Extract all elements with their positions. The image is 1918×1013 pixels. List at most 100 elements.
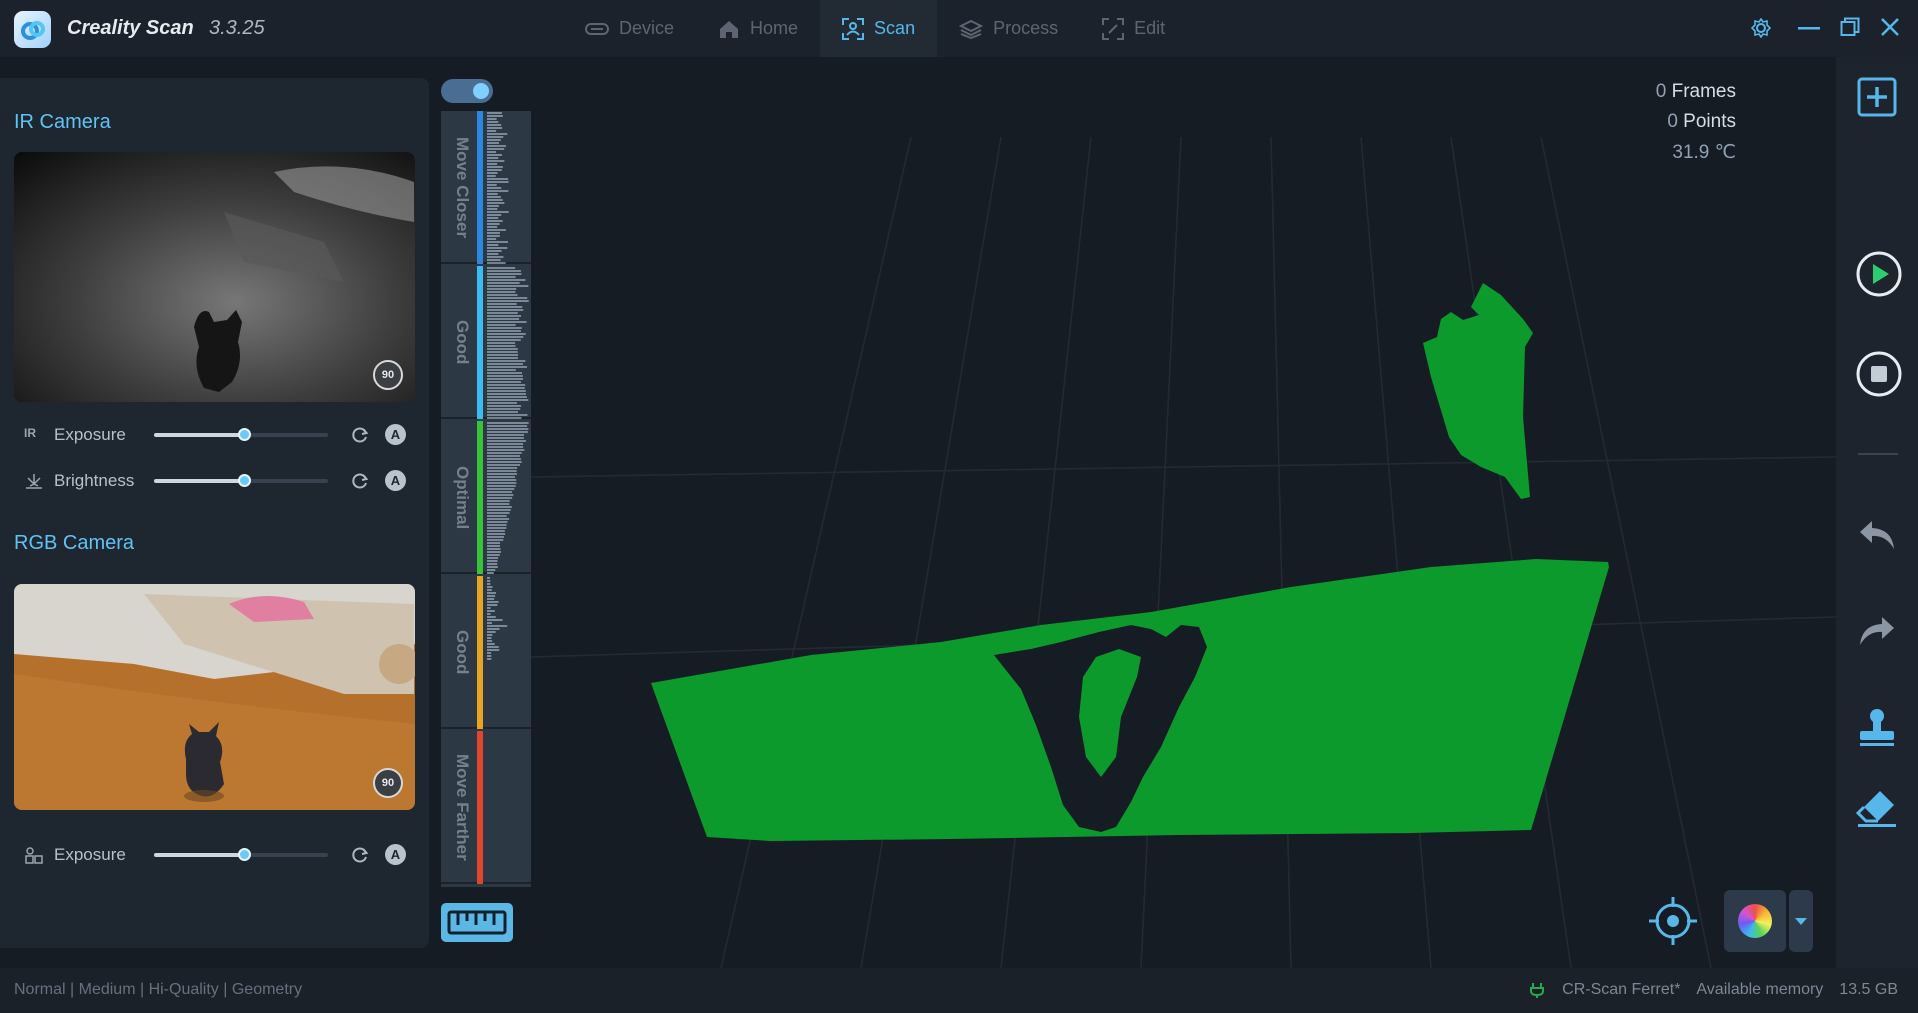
temperature-value: 31.9 ℃ xyxy=(1672,142,1736,163)
zone-label: Move Farther xyxy=(453,754,472,861)
tab-process-label: Process xyxy=(993,18,1059,38)
ir-brightness-row: Brightness A xyxy=(0,466,429,496)
memory-label: Available memory xyxy=(1696,981,1824,998)
device-connected-icon xyxy=(1530,983,1545,998)
device-name: CR-Scan Ferret* xyxy=(1562,981,1681,998)
histogram-lines xyxy=(487,112,509,264)
ir-exposure-slider-thumb[interactable] xyxy=(238,428,252,441)
ruler-icon xyxy=(447,910,507,935)
rgb-exposure-reset-icon[interactable] xyxy=(350,845,370,865)
zone-histogram xyxy=(486,421,530,574)
add-scan-icon[interactable] xyxy=(1856,76,1898,118)
device-icon xyxy=(585,22,609,35)
process-icon xyxy=(959,19,984,39)
app-logo-icon xyxy=(14,11,51,48)
points-value: 0 xyxy=(1667,111,1678,132)
rgb-rotate-button[interactable]: 90 xyxy=(373,768,403,798)
rgb-camera-preview: 90 xyxy=(14,584,415,810)
edit-icon xyxy=(1102,17,1125,40)
play-icon[interactable] xyxy=(1856,251,1902,297)
zone-color-bar xyxy=(477,266,483,419)
distance-meter-toggle[interactable] xyxy=(441,79,493,103)
ir-rotate-button[interactable]: 90 xyxy=(373,360,403,390)
color-wheel-icon xyxy=(1738,904,1772,938)
rgb-preview-image xyxy=(14,584,415,810)
ir-brightness-auto-button[interactable]: A xyxy=(385,470,406,491)
stop-icon[interactable] xyxy=(1856,351,1902,397)
ir-preview-image xyxy=(14,152,415,402)
main-nav: Device Home Scan Process Edit xyxy=(563,0,1187,57)
status-right: CR-Scan Ferret* Available memory 13.5 GB xyxy=(1528,981,1898,999)
ir-exposure-label: Exposure xyxy=(54,425,126,444)
eraser-icon[interactable] xyxy=(1856,787,1898,829)
zone-move-farther: Move Farther xyxy=(441,731,531,884)
zone-color-bar xyxy=(477,111,483,264)
ir-exposure-auto-button[interactable]: A xyxy=(385,424,406,445)
app-version: 3.3.25 xyxy=(209,17,265,39)
zone-color-bar xyxy=(477,576,483,729)
tab-device[interactable]: Device xyxy=(563,0,696,57)
color-mode-button[interactable] xyxy=(1724,890,1786,952)
tab-process[interactable]: Process xyxy=(937,0,1080,57)
ir-exposure-slider[interactable] xyxy=(154,428,328,441)
restore-icon[interactable] xyxy=(1840,17,1860,37)
zone-color-bar xyxy=(477,731,483,884)
zone-optimal: Optimal xyxy=(441,421,531,574)
point-cloud-upper xyxy=(1423,283,1533,499)
right-toolbar xyxy=(1836,57,1918,968)
minimize-icon[interactable] xyxy=(1798,27,1820,31)
rgb-exposure-auto-button[interactable]: A xyxy=(385,844,406,865)
zone-good-near: Good xyxy=(441,266,531,419)
histogram-lines xyxy=(487,422,529,574)
zone-histogram xyxy=(486,576,530,729)
zone-label: Move Closer xyxy=(453,136,472,239)
rgb-exposure-label: Exposure xyxy=(54,845,126,864)
tab-scan-label: Scan xyxy=(874,18,916,38)
close-icon[interactable] xyxy=(1880,17,1900,37)
home-icon xyxy=(720,20,739,38)
redo-icon[interactable] xyxy=(1856,613,1898,649)
frames-counter: 0 Frames xyxy=(1656,81,1736,103)
points-label: Points xyxy=(1677,111,1736,132)
temperature-readout: 31.9 ℃ xyxy=(1672,141,1736,164)
histogram-lines xyxy=(486,731,530,884)
tab-edit[interactable]: Edit xyxy=(1080,0,1187,57)
frames-value: 0 xyxy=(1655,81,1667,102)
toggle-knob xyxy=(473,83,489,99)
ir-brightness-label: Brightness xyxy=(54,471,135,490)
ir-brightness-slider-thumb[interactable] xyxy=(238,474,252,487)
scan-viewport[interactable]: 0 Frames 0 Points 31.9 ℃ xyxy=(530,57,1837,969)
points-counter: 0 Points xyxy=(1667,111,1736,133)
rgb-exposure-icon xyxy=(25,847,43,864)
ir-exposure-reset-icon[interactable] xyxy=(350,425,370,445)
undo-icon[interactable] xyxy=(1856,517,1898,553)
zone-label: Good xyxy=(453,320,472,365)
zone-label: Optimal xyxy=(453,465,472,530)
ir-brightness-reset-icon[interactable] xyxy=(350,471,370,491)
ir-exposure-icon: IR xyxy=(24,426,36,440)
ruler-button[interactable] xyxy=(441,903,513,942)
rgb-exposure-slider-thumb[interactable] xyxy=(238,848,252,861)
rgb-exposure-slider[interactable] xyxy=(154,848,328,861)
settings-icon[interactable] xyxy=(1751,18,1771,38)
chevron-down-icon xyxy=(1795,917,1807,925)
tab-scan[interactable]: Scan xyxy=(820,0,938,57)
title-bar: Creality Scan 3.3.25 Device Home Scan Pr… xyxy=(0,0,1918,57)
viewport-canvas xyxy=(530,136,1837,969)
color-mode-dropdown[interactable] xyxy=(1789,890,1813,952)
zone-color-bar xyxy=(477,421,483,574)
locate-target-icon[interactable] xyxy=(1647,895,1699,947)
histogram-lines xyxy=(487,577,508,660)
viewport-grid xyxy=(530,136,1837,969)
tab-home-label: Home xyxy=(750,18,799,38)
rgb-exposure-row: Exposure A xyxy=(0,840,429,870)
tab-home[interactable]: Home xyxy=(696,0,820,57)
frames-label: Frames xyxy=(1666,81,1736,102)
rgb-camera-title: RGB Camera xyxy=(14,532,135,554)
zone-histogram xyxy=(486,731,530,884)
scan-mode-summary: Normal | Medium | Hi-Quality | Geometry xyxy=(14,981,303,998)
status-bar: Normal | Medium | Hi-Quality | Geometry … xyxy=(0,968,1918,1013)
ir-brightness-slider[interactable] xyxy=(154,474,328,487)
stamp-icon[interactable] xyxy=(1856,707,1898,749)
memory-value: 13.5 GB xyxy=(1839,981,1898,998)
